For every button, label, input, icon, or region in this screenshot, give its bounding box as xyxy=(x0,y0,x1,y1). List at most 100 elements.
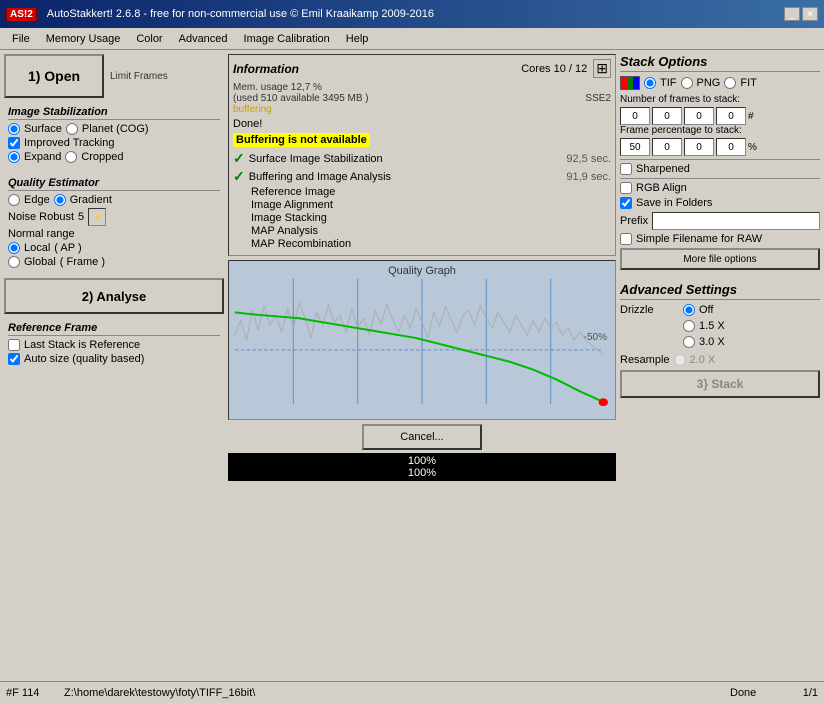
num-frames-input-0[interactable] xyxy=(620,107,650,125)
graph-50-label: -50% xyxy=(584,332,607,343)
task-row-2: Reference Image xyxy=(233,186,611,198)
minimize-button[interactable]: _ xyxy=(784,7,800,21)
check-icon-0: ✓ xyxy=(233,150,245,167)
close-button[interactable]: ✕ xyxy=(802,7,818,21)
expand-row: Expand Cropped xyxy=(8,151,220,163)
simplefilename-label: Simple Filename for RAW xyxy=(636,233,762,245)
png-radio[interactable] xyxy=(681,77,693,89)
title-bar-text: AutoStakkert! 2.6.8 - free for non-comme… xyxy=(47,8,434,20)
planet-label: Planet (COG) xyxy=(82,123,149,135)
analyse-button[interactable]: 2) Analyse xyxy=(4,278,224,314)
global-label: Global xyxy=(24,256,56,268)
num-frames-input-2[interactable] xyxy=(684,107,714,125)
menu-image-calibration[interactable]: Image Calibration xyxy=(236,31,338,47)
task-label-4: Image Stacking xyxy=(251,212,327,224)
task-time-1: 91,9 sec. xyxy=(566,171,611,183)
task-row-1: ✓ Buffering and Image Analysis 91,9 sec. xyxy=(233,168,611,185)
drizzle-30x-label: 3.0 X xyxy=(699,336,725,348)
frame-pct-input-2[interactable] xyxy=(684,138,714,156)
frame-pct-label: Frame percentage to stack: xyxy=(620,125,820,136)
status-done-text: Done xyxy=(730,687,780,699)
planet-radio[interactable] xyxy=(66,123,78,135)
gradient-label: Gradient xyxy=(70,194,112,206)
rgbalign-row: RGB Align xyxy=(620,182,820,194)
cancel-button[interactable]: Cancel... xyxy=(362,424,482,450)
auto-size-checkbox[interactable] xyxy=(8,353,20,365)
cores-row: Cores 10 / 12 ⊞ xyxy=(521,59,611,78)
num-frames-label: Number of frames to stack: xyxy=(620,94,820,105)
main-content: 1) Open Limit Frames Image Stabilization… xyxy=(0,50,824,681)
left-panel: 1) Open Limit Frames Image Stabilization… xyxy=(4,54,224,677)
frame-pct-input-0[interactable] xyxy=(620,138,650,156)
title-bar-buttons[interactable]: _ ✕ xyxy=(784,7,818,21)
fit-radio[interactable] xyxy=(724,77,736,89)
gradient-radio[interactable] xyxy=(54,194,66,206)
num-frames-input-1[interactable] xyxy=(652,107,682,125)
buffering-text: buffering xyxy=(233,104,611,115)
surface-row: Surface Planet (COG) xyxy=(8,123,220,135)
expand-label: Expand xyxy=(24,151,61,163)
drizzle-30x-radio[interactable] xyxy=(683,336,695,348)
drizzle-15x-radio[interactable] xyxy=(683,320,695,332)
progress-1-text: 100% xyxy=(230,455,614,467)
task-row-4: Image Stacking xyxy=(233,212,611,224)
drizzle-off-radio[interactable] xyxy=(683,304,695,316)
normal-range-label: Normal range xyxy=(8,228,220,240)
sharpened-row: Sharpened xyxy=(620,163,820,175)
menu-help[interactable]: Help xyxy=(338,31,377,47)
surface-radio[interactable] xyxy=(8,123,20,135)
menu-advanced[interactable]: Advanced xyxy=(171,31,236,47)
menu-color[interactable]: Color xyxy=(128,31,170,47)
quality-graph-svg xyxy=(229,261,615,419)
improved-tracking-row: Improved Tracking xyxy=(8,137,220,149)
simplefilename-checkbox[interactable] xyxy=(620,233,632,245)
open-row: 1) Open Limit Frames xyxy=(4,54,224,98)
progress-2-text: 100% xyxy=(230,467,614,479)
mem-detail-row: (used 510 available 3495 MB ) SSE2 xyxy=(233,93,611,104)
prefix-input[interactable] xyxy=(652,212,820,230)
drizzle-off-label: Off xyxy=(699,304,713,316)
progress-area: 100% 100% xyxy=(228,453,616,481)
local-row: Local ( AP ) xyxy=(8,242,220,254)
menu-bar: File Memory Usage Color Advanced Image C… xyxy=(0,28,824,50)
task-row-3: Image Alignment xyxy=(233,199,611,211)
color-box-icon xyxy=(620,76,640,90)
stack-options-section: Stack Options TIF PNG FIT Number of fram… xyxy=(620,54,820,270)
more-file-options-button[interactable]: More file options xyxy=(620,248,820,270)
status-path-text: Z:\home\darek\testowy\foty\TIFF_16bit\ xyxy=(64,687,722,699)
global-radio[interactable] xyxy=(8,256,20,268)
tif-radio[interactable] xyxy=(644,77,656,89)
open-button[interactable]: 1) Open xyxy=(4,54,104,98)
expand-radio[interactable] xyxy=(8,151,20,163)
frame-pct-input-1[interactable] xyxy=(652,138,682,156)
edge-radio[interactable] xyxy=(8,194,20,206)
buffering-warn-text: Buffering is not available xyxy=(233,133,370,147)
menu-memory-usage[interactable]: Memory Usage xyxy=(38,31,129,47)
reference-frame-title: Reference Frame xyxy=(8,322,220,336)
auto-size-row: Auto size (quality based) xyxy=(8,353,220,365)
format-row: TIF PNG FIT xyxy=(620,76,820,90)
num-frames-row: # xyxy=(620,107,820,125)
last-stack-checkbox[interactable] xyxy=(8,339,20,351)
sharpened-checkbox[interactable] xyxy=(620,163,632,175)
stack-button[interactable]: 3} Stack xyxy=(620,370,820,398)
cores-icon[interactable]: ⊞ xyxy=(593,59,611,78)
last-stack-row: Last Stack is Reference xyxy=(8,339,220,351)
cropped-radio[interactable] xyxy=(65,151,77,163)
frame-pct-input-3[interactable] xyxy=(716,138,746,156)
prefix-row: Prefix xyxy=(620,212,820,230)
image-stabilization-section: Image Stabilization Surface Planet (COG)… xyxy=(4,102,224,169)
resample-label: Resample xyxy=(620,354,670,366)
menu-file[interactable]: File xyxy=(4,31,38,47)
resample-radio[interactable] xyxy=(674,354,686,366)
information-title: Information xyxy=(233,62,299,76)
rgbalign-checkbox[interactable] xyxy=(620,182,632,194)
divider-2 xyxy=(620,178,820,179)
local-radio[interactable] xyxy=(8,242,20,254)
mem-detail-text: (used 510 available 3495 MB ) xyxy=(233,93,369,104)
noise-icon[interactable]: ⚡ xyxy=(88,208,106,226)
num-frames-input-3[interactable] xyxy=(716,107,746,125)
edge-label: Edge xyxy=(24,194,50,206)
savefolders-checkbox[interactable] xyxy=(620,197,632,209)
improved-tracking-checkbox[interactable] xyxy=(8,137,20,149)
